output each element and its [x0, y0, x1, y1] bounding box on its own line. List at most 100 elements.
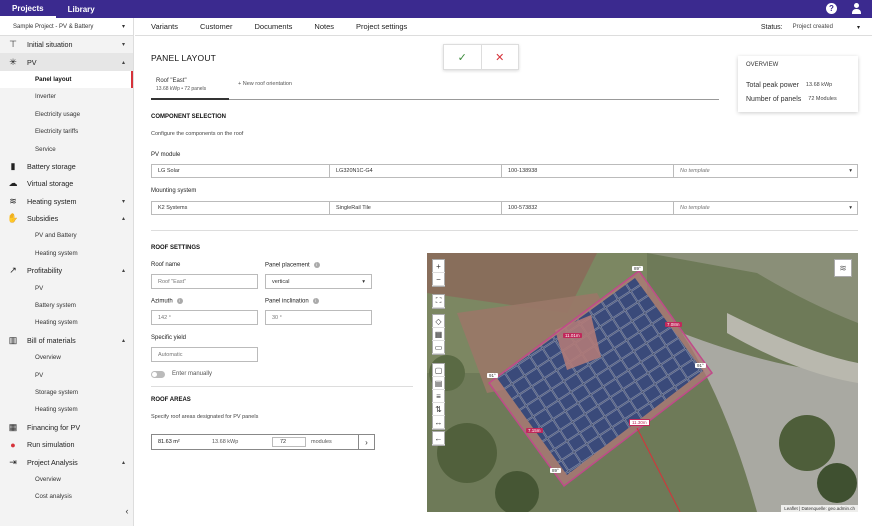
sidebar-subitem-panel-layout[interactable]: Panel layout [0, 70, 133, 89]
nav-variants[interactable]: Variants [151, 22, 178, 31]
distribute-icon[interactable]: ⇅ [432, 403, 445, 416]
roof-tab-summary: 13.68 kWp • 72 panels [156, 86, 207, 92]
zoom-out-button[interactable]: − [432, 273, 445, 286]
user-icon[interactable] [851, 3, 862, 14]
draw-polygon-icon[interactable]: ◇ [432, 315, 445, 328]
sun-icon: ✳ [9, 56, 17, 67]
project-name: Sample Project - PV & Battery [13, 23, 94, 30]
divider [151, 230, 858, 231]
sidebar-subitem-pv-and-battery[interactable]: PV and Battery [0, 227, 133, 244]
pv-model: LG320N1C-G4 [330, 165, 502, 177]
mounting-row[interactable]: K2 Systems SingleRail Tile 100-573832 No… [151, 201, 858, 215]
component-section-desc: Configure the components on the roof [151, 131, 244, 137]
zoom-in-button[interactable]: + [432, 260, 445, 273]
sidebar-subitem-service[interactable]: Service [0, 140, 133, 157]
back-button[interactable]: ← [432, 431, 445, 446]
chevron-down-icon: ▾ [121, 42, 125, 49]
sidebar-subitem-heating-system[interactable]: Heating system [0, 245, 133, 262]
chevron-up-icon: ▴ [121, 268, 125, 275]
help-icon[interactable]: ? [826, 3, 837, 14]
module-count-input[interactable]: 72 [272, 437, 306, 447]
chevron-down-icon: ▾ [121, 24, 125, 30]
panel-placement-select[interactable]: vertical ▾ [265, 274, 372, 289]
chevron-down-icon: ▾ [849, 168, 852, 174]
new-roof-orientation-link[interactable]: + New roof orientation [238, 81, 292, 87]
sidebar-item-run-simulation[interactable]: ● Run simulation [0, 436, 133, 453]
sidebar-item-heating-system[interactable]: ≋ Heating system ▾ [0, 193, 133, 210]
pv-module-label: PV module [151, 152, 181, 158]
map-measure-label: 11.01m [563, 333, 582, 338]
pv-module-row[interactable]: LG Solar LG320N1C-G4 100-138938 No templ… [151, 164, 858, 178]
nav-customer[interactable]: Customer [200, 22, 233, 31]
chevron-up-icon: ▴ [121, 59, 125, 66]
tab-projects[interactable]: Projects [0, 0, 56, 18]
sidebar-subitem-heating-system[interactable]: Heating system [0, 401, 133, 418]
tab-library[interactable]: Library [56, 0, 107, 18]
sidebar-item-label: Bill of materials [27, 335, 76, 345]
grid-icon[interactable]: ▤ [432, 377, 445, 390]
enter-manually-toggle[interactable] [151, 371, 165, 378]
roof-tab-east[interactable]: Roof "East" 13.68 kWp • 72 panels [151, 76, 229, 100]
sidebar-subitem-pv[interactable]: PV [0, 279, 133, 296]
sidebar-item-initial-situation[interactable]: ⊤ Initial situation ▾ [0, 36, 133, 53]
main-nav: Variants Customer Documents Notes Projec… [135, 18, 872, 36]
pv-template-select[interactable]: No template ▾ [674, 165, 857, 177]
handshake-icon: ✋ [7, 213, 19, 224]
sidebar-subitem-overview[interactable]: Overview [0, 471, 133, 488]
main-content: PANEL LAYOUT ✓ ✕ OVERVIEW Total peak pow… [135, 36, 872, 526]
cancel-button[interactable]: ✕ [482, 45, 519, 69]
select-icon[interactable]: ▢ [432, 364, 445, 377]
sidebar-item-battery-storage[interactable]: ▮ Battery storage [0, 158, 133, 175]
sidebar-item-label: PV [27, 57, 37, 67]
sidebar-item-project-analysis[interactable]: ⇥ Project Analysis ▴ [0, 453, 133, 470]
sidebar-subitem-battery-system[interactable]: Battery system [0, 297, 133, 314]
map-measure-label: 89° [550, 468, 561, 473]
sidebar-item-financing-for-pv[interactable]: ▦ Financing for PV [0, 419, 133, 436]
chevron-right-icon[interactable]: › [358, 435, 374, 449]
roof-area-row[interactable]: 81.63 m² 13.68 kWp 72 modules › [151, 434, 375, 450]
overview-title: OVERVIEW [746, 62, 779, 68]
align-icon[interactable]: ≡ [432, 390, 445, 403]
map-measure-label: 7.08m [665, 322, 682, 327]
sidebar-item-subsidies[interactable]: ✋ Subsidies ▴ [0, 210, 133, 227]
sidebar-subitem-pv[interactable]: PV [0, 366, 133, 383]
panel-count-value: 72 Modules [808, 96, 837, 102]
sidebar-subitem-cost-analysis[interactable]: Cost analysis [0, 488, 133, 505]
sidebar-item-profitability[interactable]: ↗ Profitability ▴ [0, 262, 133, 279]
roof-name-input[interactable]: Roof "East" [151, 274, 258, 289]
specific-yield-label: Specific yield [151, 335, 187, 341]
draw-rect-icon[interactable]: ▭ [432, 341, 445, 354]
collapse-sidebar-icon[interactable]: ‹ [120, 506, 134, 516]
project-select[interactable]: Sample Project - PV & Battery ▾ [0, 18, 133, 36]
sidebar-subitem-electricity-usage[interactable]: Electricity usage [0, 106, 133, 123]
specific-yield-input[interactable]: Automatic [151, 347, 258, 362]
panel-placement-label: Panel placement i [265, 262, 320, 269]
sidebar-subitem-electricity-tariffs[interactable]: Electricity tariffs [0, 123, 133, 140]
confirm-button[interactable]: ✓ [444, 45, 482, 69]
sidebar-subitem-inverter[interactable]: Inverter [0, 88, 133, 105]
nav-project-settings[interactable]: Project settings [356, 22, 407, 31]
sidebar-subitem-overview[interactable]: Overview [0, 349, 133, 366]
chevron-up-icon: ▴ [121, 337, 125, 344]
nav-notes[interactable]: Notes [314, 22, 334, 31]
azimuth-input[interactable]: 142 ° [151, 310, 258, 325]
sidebar-item-bill-of-materials[interactable]: ▥ Bill of materials ▴ [0, 332, 133, 349]
sidebar-item-pv[interactable]: ✳ PV ▴ [0, 53, 133, 71]
layers-button[interactable]: ≋ [834, 259, 852, 277]
width-icon[interactable]: ↔ [432, 416, 445, 429]
satellite-map[interactable]: + − ⛶ ◇ ▦ ▭ ▢ ▤ ≡ ⇅ ↔ ← ≋ 89° 7.08m 11.01m… [427, 253, 858, 512]
sidebar-subitem-storage-system[interactable]: Storage system [0, 384, 133, 401]
enter-manually-label: Enter manually [172, 371, 213, 377]
draw-area-icon[interactable]: ▦ [432, 328, 445, 341]
mount-template-value: No template [680, 205, 710, 211]
sidebar-item-virtual-storage[interactable]: ☁ Virtual storage [0, 175, 133, 192]
layers-icon: ≋ [839, 262, 847, 273]
mount-template-select[interactable]: No template ▾ [674, 202, 857, 214]
panel-inclination-input[interactable]: 30 ° [265, 310, 372, 325]
chevron-down-icon: ▾ [362, 278, 365, 285]
fullscreen-button[interactable]: ⛶ [432, 294, 445, 309]
sidebar-item-label: Financing for PV [27, 422, 81, 432]
status-select[interactable]: Status: Project created ▾ [761, 18, 860, 36]
nav-documents[interactable]: Documents [254, 22, 292, 31]
sidebar-subitem-heating-system[interactable]: Heating system [0, 314, 133, 331]
